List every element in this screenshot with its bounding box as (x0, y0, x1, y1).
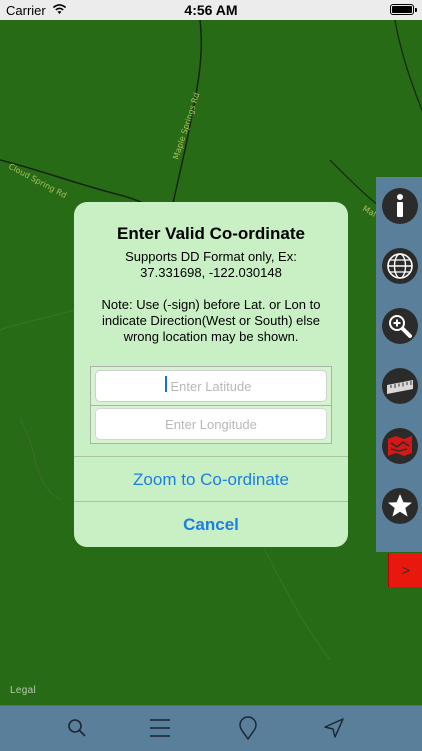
longitude-input[interactable] (95, 408, 327, 440)
battery-icon (390, 4, 417, 15)
globe-icon (382, 248, 418, 284)
direction-note: Note: Use (-sign) before Lat. or Lon to … (101, 297, 321, 344)
search-button[interactable] (65, 716, 89, 740)
dialog-title: Enter Valid Co-ordinate (117, 224, 305, 243)
menu-icon (150, 719, 170, 737)
navigation-arrow-icon (324, 718, 344, 738)
coordinate-fields (90, 366, 332, 444)
text-cursor (165, 376, 167, 392)
side-toolbar (376, 177, 422, 552)
location-pin-button[interactable] (236, 716, 260, 740)
latitude-input[interactable] (95, 370, 327, 402)
star-icon (382, 488, 418, 524)
cancel-button[interactable]: Cancel (74, 515, 348, 535)
format-note-line2: 37.331698, -122.030148 (140, 265, 282, 280)
zoom-in-icon (382, 308, 418, 344)
globe-button[interactable] (381, 247, 419, 285)
map-layer-icon (382, 428, 418, 464)
favorites-button[interactable] (381, 487, 419, 525)
search-icon (68, 719, 86, 737)
status-bar: Carrier 4:56 AM (0, 0, 422, 20)
format-note-line1: Supports DD Format only, Ex: (125, 249, 297, 264)
map-layer-button[interactable] (381, 427, 419, 465)
bottom-toolbar (0, 705, 422, 751)
zoom-in-button[interactable] (381, 307, 419, 345)
info-icon (382, 188, 418, 224)
dialog-message: Supports DD Format only, Ex: 37.331698, … (88, 249, 334, 345)
coordinate-dialog: Enter Valid Co-ordinate Supports DD Form… (74, 202, 348, 547)
zoom-to-coordinate-button[interactable]: Zoom to Co-ordinate (74, 470, 348, 490)
info-button[interactable] (381, 187, 419, 225)
measure-button[interactable] (381, 367, 419, 405)
location-pin-icon (239, 716, 257, 740)
status-time: 4:56 AM (184, 2, 238, 18)
menu-button[interactable] (148, 716, 172, 740)
expand-toolbar-button[interactable]: > (388, 553, 422, 587)
navigation-button[interactable] (322, 716, 346, 740)
ruler-icon (382, 368, 418, 404)
